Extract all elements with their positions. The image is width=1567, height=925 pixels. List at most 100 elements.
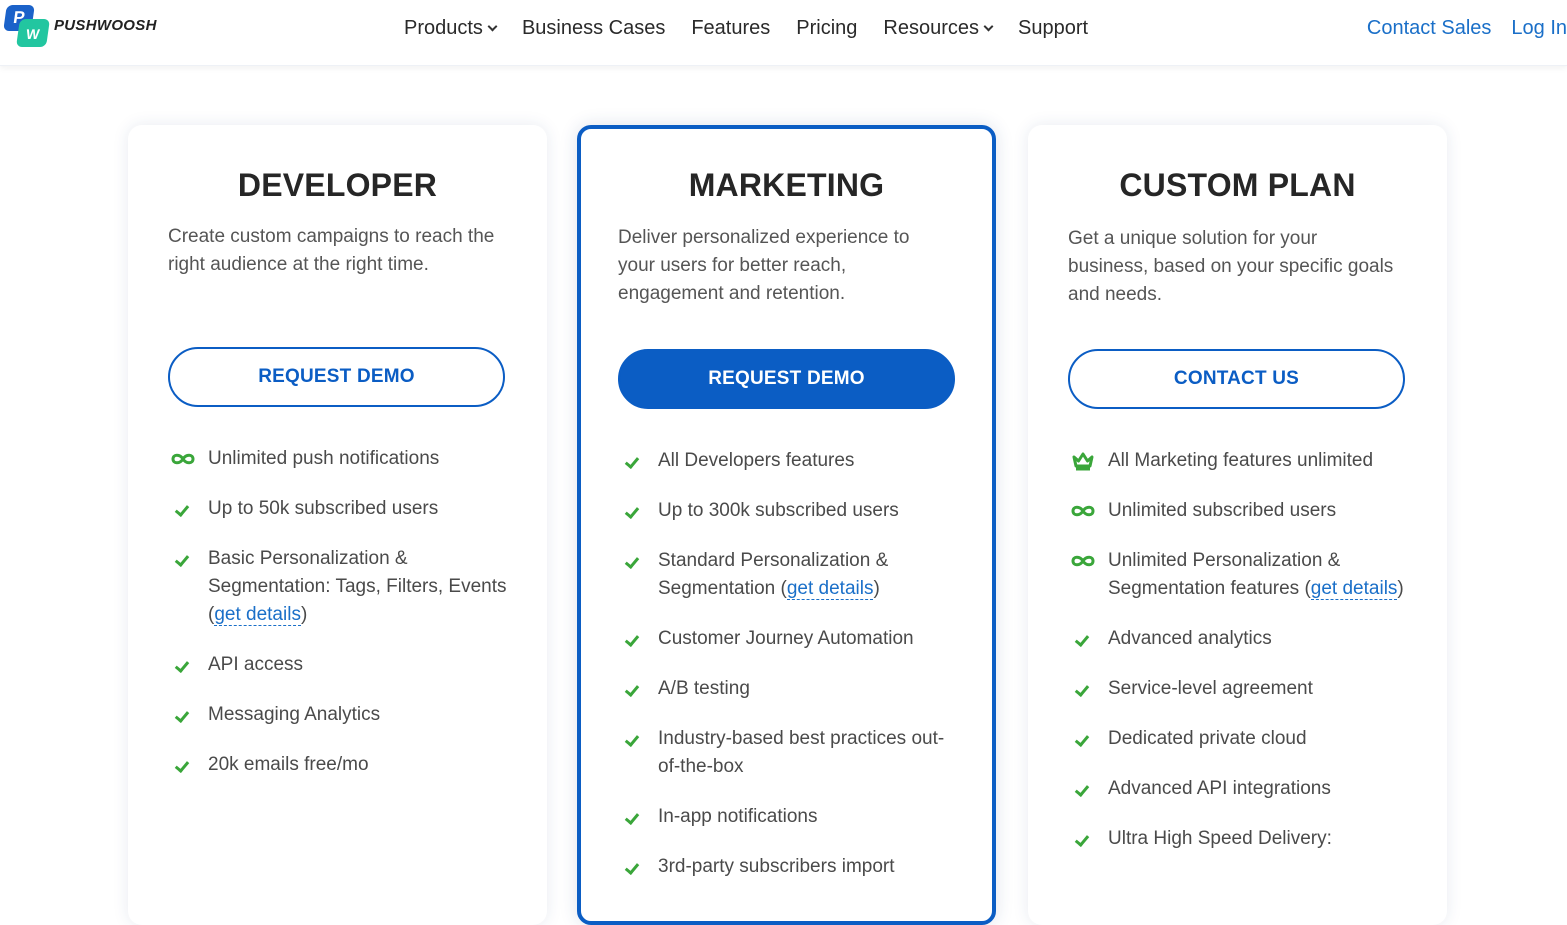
- feature-text: A/B testing: [658, 678, 750, 699]
- check-icon: [618, 625, 658, 653]
- feature-item: Advanced analytics: [1068, 625, 1408, 653]
- get-details-link[interactable]: get details: [1310, 578, 1398, 600]
- request-demo-button[interactable]: REQUEST DEMO: [618, 349, 955, 409]
- infinity-icon: [168, 445, 208, 473]
- plan-card-marketing: MARKETING Deliver personalized experienc…: [577, 125, 996, 925]
- nav-products[interactable]: Products: [404, 14, 498, 42]
- chevron-down-icon: [487, 21, 498, 31]
- nav-features[interactable]: Features: [691, 14, 770, 42]
- feature-text: All Developers features: [658, 450, 855, 471]
- feature-text: Messaging Analytics: [208, 704, 381, 725]
- logo-mark-icon: P W: [3, 5, 50, 47]
- check-icon: [618, 853, 658, 881]
- get-details-link[interactable]: get details: [786, 578, 874, 600]
- get-details-link[interactable]: get details: [214, 604, 301, 626]
- check-mark: [624, 453, 640, 470]
- feature-item: Basic Personalization & Segmentation: Ta…: [168, 545, 508, 629]
- check-mark: [624, 631, 640, 648]
- feature-list: All Marketing features unlimited Unlimite…: [1068, 447, 1408, 875]
- logo-w-glyph: W: [16, 19, 50, 47]
- infinity-icon: [1068, 547, 1108, 575]
- feature-item: In-app notifications: [618, 803, 958, 831]
- check-mark: [174, 757, 190, 774]
- pushwoosh-logo[interactable]: P W PUSHWOOSH: [3, 5, 157, 47]
- nav-resources-label: Resources: [883, 17, 980, 39]
- check-icon: [618, 725, 658, 753]
- nav-pricing[interactable]: Pricing: [796, 14, 857, 42]
- plan-description: Create custom campaigns to reach the rig…: [168, 226, 495, 275]
- feature-item: Ultra High Speed Delivery:: [1068, 825, 1408, 853]
- plan-card-developer: DEVELOPER Create custom campaigns to rea…: [128, 125, 547, 925]
- nav-resources[interactable]: Resources: [883, 14, 994, 42]
- plan-description: Get a unique solution for your business,…: [1068, 228, 1394, 305]
- feature-text: Advanced API integrations: [1108, 778, 1331, 799]
- check-mark: [624, 731, 640, 748]
- feature-item: Unlimited push notifications: [168, 445, 508, 473]
- plan-card-custom: CUSTOM PLAN Get a unique solution for yo…: [1028, 125, 1447, 925]
- feature-text: 20k emails free/mo: [208, 754, 369, 775]
- feature-text: Dedicated private cloud: [1108, 728, 1307, 749]
- chevron-down-icon: [983, 21, 994, 31]
- check-icon: [618, 803, 658, 831]
- check-mark: [624, 859, 640, 876]
- check-icon: [168, 751, 208, 779]
- check-icon: [168, 495, 208, 523]
- feature-item: All Marketing features unlimited: [1068, 447, 1408, 475]
- check-icon: [168, 545, 208, 573]
- feature-list: All Developers features Up to 300k subscr…: [618, 447, 958, 903]
- feature-text: Service-level agreement: [1108, 678, 1313, 699]
- contact-us-button[interactable]: CONTACT US: [1068, 349, 1405, 409]
- check-mark: [624, 553, 640, 570]
- check-icon: [618, 547, 658, 575]
- nav-pricing-label: Pricing: [796, 17, 858, 39]
- feature-item: 3rd-party subscribers import: [618, 853, 958, 881]
- check-icon: [1068, 825, 1108, 853]
- feature-text: Unlimited push notifications: [208, 448, 440, 469]
- feature-item: Standard Personalization & Segmentation …: [618, 547, 958, 603]
- feature-item: Service-level agreement: [1068, 675, 1408, 703]
- feature-text: Up to 300k subscribed users: [658, 500, 899, 521]
- nav-support[interactable]: Support: [1018, 14, 1088, 42]
- feature-text: Advanced analytics: [1108, 628, 1272, 649]
- feature-text: Ultra High Speed Delivery:: [1108, 828, 1332, 849]
- logo-text: PUSHWOOSH: [54, 16, 157, 34]
- feature-item: Unlimited Personalization & Segmentation…: [1068, 547, 1408, 603]
- feature-item: All Developers features: [618, 447, 958, 475]
- feature-text: Basic Personalization & Segmentation: Ta…: [208, 548, 507, 626]
- plan-title: DEVELOPER: [237, 167, 438, 203]
- nav-business-cases-label: Business Cases: [521, 17, 666, 39]
- crown-icon: [1068, 447, 1108, 475]
- nav-features-label: Features: [691, 17, 771, 39]
- feature-item: Industry-based best practices out-of-the…: [618, 725, 958, 781]
- check-mark: [624, 503, 640, 520]
- feature-text: Up to 50k subscribed users: [208, 498, 439, 519]
- check-icon: [618, 675, 658, 703]
- feature-item: Messaging Analytics: [168, 701, 508, 729]
- check-mark: [1074, 781, 1090, 798]
- check-mark: [174, 707, 190, 724]
- nav-products-label: Products: [404, 17, 483, 39]
- check-icon: [1068, 675, 1108, 703]
- contact-sales-link[interactable]: Contact Sales: [1367, 14, 1492, 42]
- feature-item: Unlimited subscribed users: [1068, 497, 1408, 525]
- nav-business-cases[interactable]: Business Cases: [522, 14, 665, 42]
- check-mark: [1074, 831, 1090, 848]
- feature-text: All Marketing features unlimited: [1108, 450, 1374, 471]
- check-mark: [1074, 731, 1090, 748]
- plan-description: Deliver personalized experience to your …: [618, 227, 910, 304]
- log-in-link[interactable]: Log In: [1511, 14, 1567, 42]
- feature-item: A/B testing: [618, 675, 958, 703]
- feature-text: Standard Personalization & Segmentation …: [658, 550, 889, 600]
- check-mark: [174, 551, 190, 568]
- check-icon: [168, 701, 208, 729]
- request-demo-button[interactable]: REQUEST DEMO: [168, 347, 505, 407]
- check-mark: [1074, 681, 1090, 698]
- feature-text: API access: [208, 654, 304, 675]
- check-mark: [174, 501, 190, 518]
- feature-text: Unlimited Personalization & Segmentation…: [1108, 550, 1404, 600]
- check-mark: [174, 657, 190, 674]
- feature-item: Up to 300k subscribed users: [618, 497, 958, 525]
- plan-title: MARKETING: [688, 167, 885, 203]
- check-icon: [618, 447, 658, 475]
- check-icon: [1068, 775, 1108, 803]
